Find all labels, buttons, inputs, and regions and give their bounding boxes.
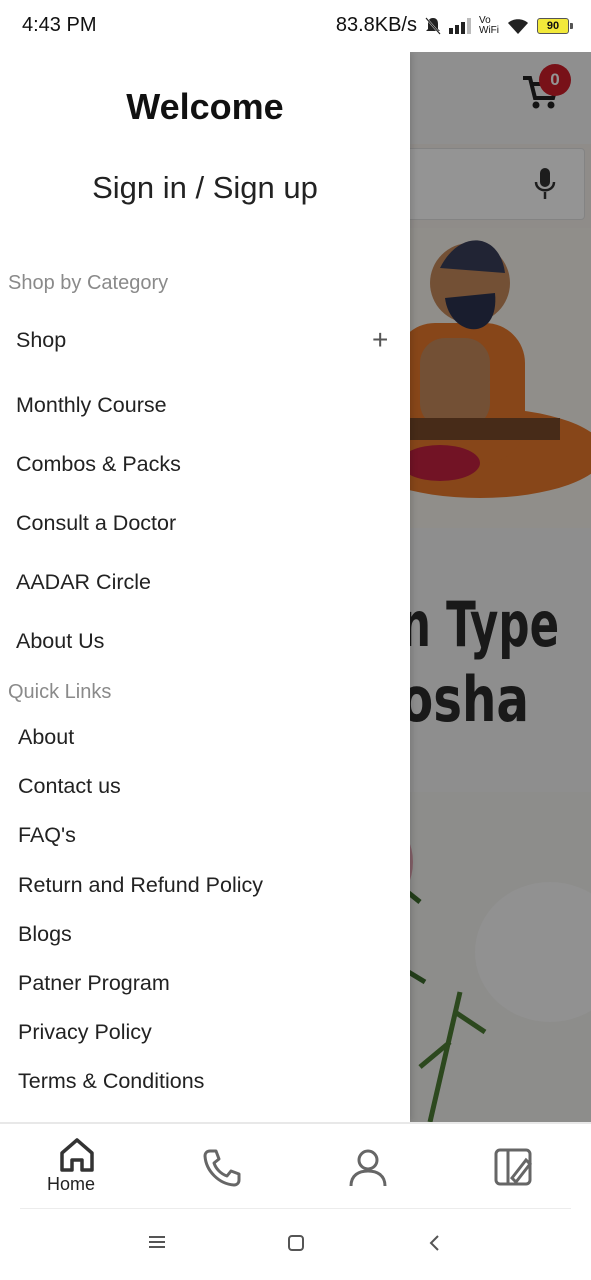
user-icon xyxy=(348,1149,388,1192)
nav-catalog-button[interactable] xyxy=(494,1148,532,1191)
quick-link-contact-us[interactable]: Contact us xyxy=(18,774,121,799)
home-square-icon[interactable] xyxy=(287,1234,305,1257)
menu-icon[interactable] xyxy=(148,1234,166,1255)
status-bar: 4:43 PM 83.8KB/s Vo WiFi 90 xyxy=(0,0,591,52)
battery-indicator: 90 xyxy=(537,17,573,34)
quick-link-partner-program[interactable]: Patner Program xyxy=(18,971,170,996)
nav-home-label: Home xyxy=(47,1174,96,1194)
network-speed: 83.8KB/s xyxy=(335,14,417,36)
nav-call-button[interactable] xyxy=(202,1148,242,1193)
mute-bell-icon xyxy=(425,16,441,35)
quick-link-terms-conditions[interactable]: Terms & Conditions xyxy=(18,1069,204,1094)
nav-divider xyxy=(20,1208,571,1209)
category-heading: Shop by Category xyxy=(8,272,169,294)
catalog-icon xyxy=(494,1148,532,1190)
nav-account-button[interactable] xyxy=(348,1148,388,1193)
nav-home-button[interactable] xyxy=(58,1136,96,1179)
signin-signup-link[interactable]: Sign in / Sign up xyxy=(0,170,410,206)
quick-link-faqs[interactable]: FAQ's xyxy=(18,823,76,848)
expand-plus-icon[interactable]: + xyxy=(372,326,388,354)
quick-links-heading: Quick Links xyxy=(8,681,112,703)
wifi-icon xyxy=(507,17,529,35)
system-navigation-bar xyxy=(0,1210,591,1280)
category-item-consult-doctor[interactable]: Consult a Doctor xyxy=(16,511,176,536)
quick-link-return-refund[interactable]: Return and Refund Policy xyxy=(18,873,263,898)
category-item-monthly-course[interactable]: Monthly Course xyxy=(16,393,167,418)
quick-link-about[interactable]: About xyxy=(18,725,74,750)
phone-icon xyxy=(202,1149,242,1192)
category-item-shop[interactable]: Shop xyxy=(16,328,66,353)
quick-link-privacy-policy[interactable]: Privacy Policy xyxy=(18,1020,152,1045)
back-icon[interactable] xyxy=(428,1234,440,1257)
category-item-aadar-circle[interactable]: AADAR Circle xyxy=(16,570,151,595)
drawer-title: Welcome xyxy=(126,86,284,127)
vowifi-label: Vo WiFi xyxy=(479,14,499,36)
category-item-combos-packs[interactable]: Combos & Packs xyxy=(16,452,181,477)
navigation-drawer: Welcome Sign in / Sign up Shop by Catego… xyxy=(0,52,410,1122)
status-time: 4:43 PM xyxy=(22,14,97,36)
bottom-navigation: Home xyxy=(0,1122,591,1212)
category-item-about-us[interactable]: About Us xyxy=(16,629,104,654)
signal-icon xyxy=(449,17,471,34)
quick-link-blogs[interactable]: Blogs xyxy=(18,922,72,947)
status-indicators: 83.8KB/s Vo WiFi 90 xyxy=(335,14,573,37)
